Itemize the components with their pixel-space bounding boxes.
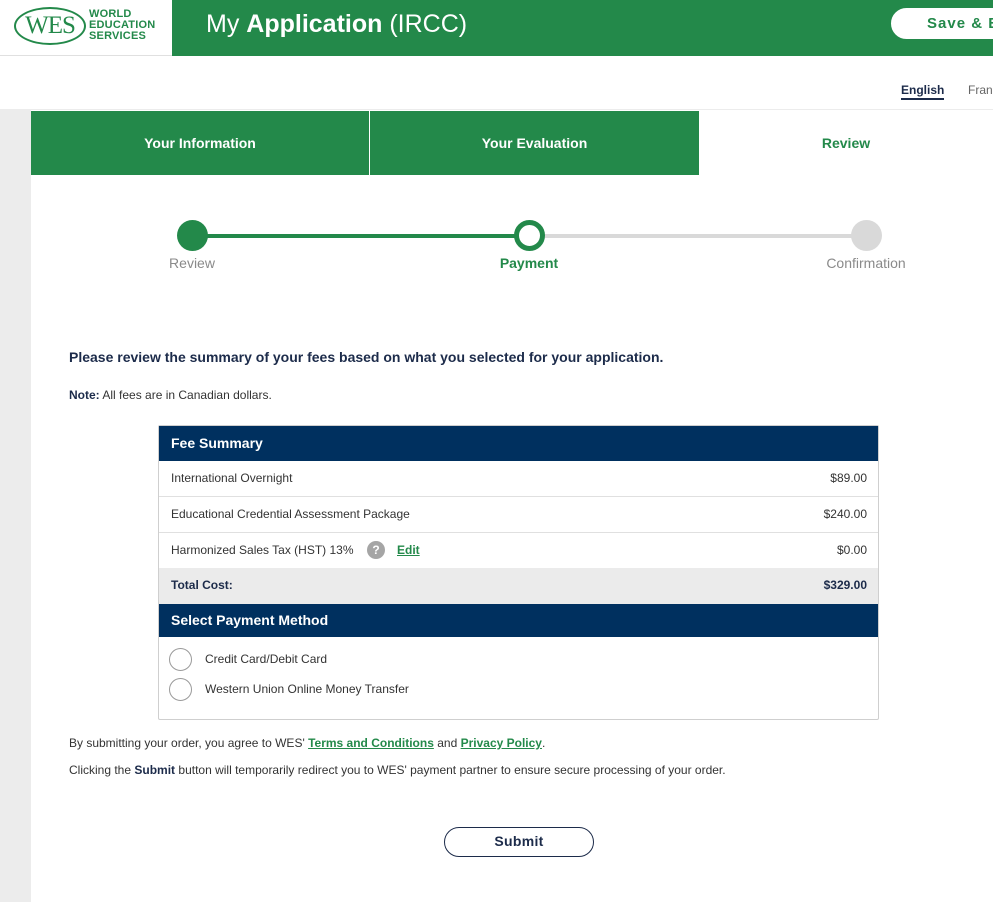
left-rail <box>0 110 31 902</box>
radio-button[interactable] <box>169 648 192 671</box>
tab-review[interactable]: Review <box>699 111 993 175</box>
language-english-link[interactable]: English <box>901 83 945 100</box>
language-french-link[interactable]: Fran <box>968 83 993 97</box>
step-review-dot <box>177 220 208 251</box>
fees-intro-heading: Please review the summary of your fees b… <box>69 349 664 365</box>
fee-amount: $89.00 <box>830 471 867 485</box>
payment-option-label: Western Union Online Money Transfer <box>205 682 409 696</box>
fee-summary-header: Fee Summary <box>159 426 878 461</box>
help-icon[interactable]: ? <box>367 541 385 559</box>
step-payment-dot <box>514 220 545 251</box>
save-and-exit-button[interactable]: Save & E <box>891 8 993 39</box>
step-payment-label: Payment <box>499 255 559 271</box>
currency-note: Note: All fees are in Canadian dollars. <box>69 388 272 402</box>
step-confirmation-dot <box>851 220 882 251</box>
privacy-policy-link[interactable]: Privacy Policy <box>461 736 542 750</box>
wes-logo-wordmark: WORLD EDUCATION SERVICES <box>89 8 156 42</box>
wes-logo[interactable]: WES WORLD EDUCATION SERVICES <box>0 0 172 56</box>
total-cost-row: Total Cost: $329.00 <box>159 568 878 604</box>
fee-amount: $0.00 <box>836 543 867 557</box>
payment-option-label: Credit Card/Debit Card <box>205 652 328 666</box>
step-confirmation-label: Confirmation <box>826 255 906 271</box>
edit-tax-link[interactable]: Edit <box>397 543 420 557</box>
fee-summary-card: Fee Summary International Overnight $89.… <box>158 425 879 720</box>
fee-row: International Overnight $89.00 <box>159 461 878 497</box>
app-header: WES WORLD EDUCATION SERVICES My Applicat… <box>0 0 993 56</box>
stepper-track-pending <box>530 234 866 238</box>
radio-button[interactable] <box>169 678 192 701</box>
fee-row: Harmonized Sales Tax (HST) 13% ? Edit $0… <box>159 533 878 569</box>
step-review-label: Review <box>169 255 215 271</box>
fee-label: International Overnight <box>171 471 293 485</box>
redirect-notice-text: Clicking the Submit button will temporar… <box>69 763 726 777</box>
tab-your-evaluation[interactable]: Your Evaluation <box>370 111 699 175</box>
payment-method-header: Select Payment Method <box>159 604 878 637</box>
language-bar: English Fran <box>0 56 993 110</box>
tab-your-information[interactable]: Your Information <box>31 111 369 175</box>
stepper-track-complete <box>192 234 530 238</box>
total-cost-amount: $329.00 <box>823 578 867 592</box>
wes-logo-mark: WES <box>14 7 86 45</box>
page-title: My Application (IRCC) <box>206 10 468 38</box>
fee-label: Educational Credential Assessment Packag… <box>171 507 410 521</box>
fee-label: Harmonized Sales Tax (HST) 13% <box>171 543 354 557</box>
fee-row: Educational Credential Assessment Packag… <box>159 497 878 533</box>
submit-button[interactable]: Submit <box>444 827 594 857</box>
fee-amount: $240.00 <box>823 507 867 521</box>
terms-agreement-text: By submitting your order, you agree to W… <box>69 736 546 750</box>
total-cost-label: Total Cost: <box>171 578 233 592</box>
terms-and-conditions-link[interactable]: Terms and Conditions <box>308 736 434 750</box>
